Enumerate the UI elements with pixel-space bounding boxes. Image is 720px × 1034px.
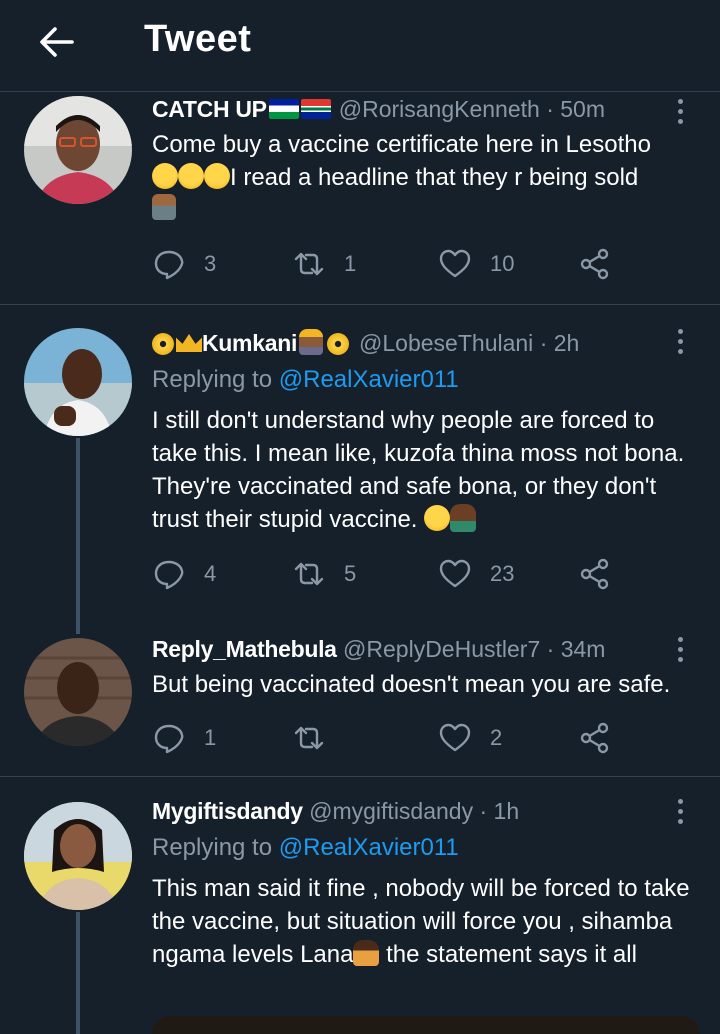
tweet-actions: 4 5 23	[152, 554, 632, 594]
retweet-button[interactable]	[292, 718, 344, 758]
replying-to: Replying to @RealXavier011	[152, 365, 459, 395]
page-title: Tweet	[144, 18, 252, 60]
user-handle[interactable]: @LobeseThulani	[359, 330, 533, 356]
timestamp: · 2h	[539, 330, 580, 356]
tweet-actions: 1 2	[152, 718, 632, 758]
replying-to: Replying to @RealXavier011	[152, 833, 459, 863]
laughing-emoji-icon	[178, 163, 204, 189]
retweet-button[interactable]: 1	[292, 244, 356, 284]
facepalm-emoji-icon	[450, 504, 477, 532]
share-icon	[580, 722, 609, 754]
retweet-count: 1	[344, 251, 357, 276]
dvd-emoji-icon	[152, 333, 174, 355]
like-icon	[439, 249, 471, 278]
tweet-header: Mygiftisdandy @mygiftisdandy · 1h	[152, 796, 519, 826]
divider	[0, 776, 720, 777]
share-button[interactable]	[578, 718, 612, 758]
display-name[interactable]: Mygiftisdandy	[152, 798, 303, 824]
reply-count: 4	[204, 561, 217, 586]
more-icon[interactable]	[672, 96, 688, 130]
like-button[interactable]: 10	[438, 244, 514, 284]
retweet-icon	[294, 562, 324, 586]
retweet-icon	[294, 252, 324, 276]
share-button[interactable]	[578, 554, 612, 594]
avatar[interactable]	[24, 638, 132, 746]
thread-line	[76, 912, 80, 1034]
back-arrow-icon[interactable]	[36, 22, 76, 62]
tweet-actions: 3 1 10	[152, 244, 632, 284]
tweet-header: CATCH UP @RorisangKenneth · 50m	[152, 94, 605, 124]
like-icon	[439, 559, 471, 588]
thread-line	[76, 438, 80, 634]
avatar[interactable]	[24, 96, 132, 204]
user-handle[interactable]: @mygiftisdandy	[309, 798, 473, 824]
crown-emoji-icon	[176, 334, 202, 352]
media-preview[interactable]	[152, 1016, 700, 1034]
like-button[interactable]: 23	[438, 554, 514, 594]
reply-button[interactable]: 1	[152, 718, 216, 758]
reply-button[interactable]: 4	[152, 554, 216, 594]
tweet-text: Come buy a vaccine certificate here in L…	[152, 128, 700, 229]
more-icon[interactable]	[672, 796, 688, 830]
replying-to-label: Replying to	[152, 834, 273, 861]
pleading-face-emoji-icon	[424, 505, 451, 531]
display-name[interactable]: Kumkani	[202, 330, 297, 356]
reply-icon	[154, 250, 184, 280]
mention-link[interactable]: @RealXavier011	[279, 366, 459, 393]
user-handle[interactable]: @RorisangKenneth	[339, 96, 540, 122]
more-icon[interactable]	[672, 634, 688, 668]
laughing-emoji-icon	[204, 163, 230, 189]
laughing-emoji-icon	[152, 163, 178, 189]
person-shrugging-emoji-icon	[353, 940, 380, 966]
tweet-text-content: I still don't understand why people are …	[152, 407, 685, 533]
mention-link[interactable]: @RealXavier011	[279, 834, 459, 861]
timestamp: · 50m	[546, 96, 606, 122]
tweet-text-content: But being vaccinated doesn't mean you ar…	[152, 671, 671, 698]
reply-icon	[154, 560, 184, 590]
tweet-text-line: Come buy a vaccine certificate here in L…	[152, 131, 651, 158]
timestamp: · 1h	[479, 798, 520, 824]
flag-lesotho-icon	[268, 99, 299, 119]
tweet-header: Reply_Mathebula @ReplyDeHustler7 · 34m	[152, 634, 605, 664]
tweet-header: Kumkani @LobeseThulani · 2h	[152, 328, 579, 358]
like-count: 2	[490, 725, 503, 750]
user-handle[interactable]: @ReplyDeHustler7	[343, 636, 540, 662]
tweet-text-content: the statement says it all	[379, 941, 637, 968]
like-button[interactable]: 2	[438, 718, 502, 758]
reply-count: 3	[204, 251, 217, 276]
avatar[interactable]	[24, 802, 132, 910]
prince-emoji-icon	[299, 329, 324, 355]
like-icon	[439, 723, 471, 752]
flag-south-africa-icon	[300, 99, 331, 119]
retweet-count: 5	[344, 561, 357, 586]
more-icon[interactable]	[672, 326, 688, 360]
shrug-emoji-icon	[152, 194, 176, 220]
tweet-text-line: I read a headline that they r being sold	[230, 164, 639, 191]
timestamp: · 34m	[546, 636, 606, 662]
divider	[0, 304, 720, 305]
like-count: 10	[490, 251, 515, 276]
dvd-emoji-icon	[327, 333, 350, 355]
tweet-text: But being vaccinated doesn't mean you ar…	[152, 668, 700, 701]
reply-count: 1	[204, 725, 217, 750]
avatar[interactable]	[24, 328, 132, 436]
top-bar: Tweet	[0, 0, 720, 92]
replying-to-label: Replying to	[152, 366, 273, 393]
tweet-text: This man said it fine , nobody will be f…	[152, 872, 700, 971]
display-name[interactable]: Reply_Mathebula	[152, 636, 337, 662]
share-icon	[580, 558, 609, 590]
tweet-text: I still don't understand why people are …	[152, 404, 700, 536]
display-name[interactable]: CATCH UP	[152, 96, 267, 122]
share-icon	[580, 248, 609, 280]
like-count: 23	[490, 561, 515, 586]
retweet-button[interactable]: 5	[292, 554, 356, 594]
retweet-icon	[294, 726, 324, 750]
reply-icon	[154, 724, 184, 754]
share-button[interactable]	[578, 244, 612, 284]
reply-button[interactable]: 3	[152, 244, 216, 284]
